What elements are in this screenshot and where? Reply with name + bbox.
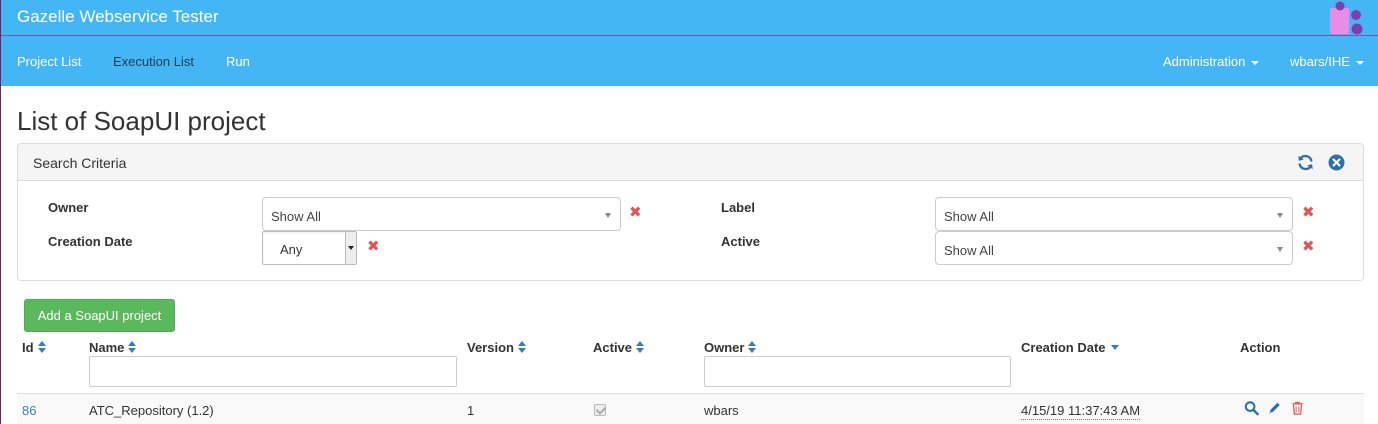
column-header-id[interactable]: Id: [22, 340, 47, 355]
row-version: 1: [467, 403, 475, 418]
sort-icon: [128, 341, 137, 353]
close-circle-icon[interactable]: [1328, 154, 1345, 171]
refresh-icon[interactable]: [1297, 154, 1314, 171]
header-label: Id: [22, 340, 34, 355]
clear-owner-icon[interactable]: ✖: [629, 205, 642, 220]
panel-header: Search Criteria: [18, 144, 1363, 181]
column-header-name[interactable]: Name: [89, 340, 137, 355]
row-creation-date: 4/15/19 11:37:43 AM: [1021, 403, 1141, 420]
header-label: Creation Date: [1021, 340, 1106, 355]
page-title: List of SoapUI project: [17, 106, 266, 136]
active-select[interactable]: Show All: [935, 231, 1293, 265]
creation-date-select[interactable]: Any: [262, 231, 357, 265]
header-label: Version: [467, 340, 514, 355]
nav-run[interactable]: Run: [226, 54, 250, 69]
chevron-down-icon: [605, 213, 611, 218]
name-filter-input[interactable]: [89, 356, 457, 387]
view-search-icon[interactable]: [1244, 400, 1259, 416]
nav-administration-menu[interactable]: Administration: [1163, 54, 1260, 69]
creation-date-label: Creation Date: [48, 234, 133, 249]
table-row: [17, 394, 1364, 424]
clear-active-icon[interactable]: ✖: [1302, 239, 1315, 254]
owner-select-value: Show All: [271, 209, 321, 224]
app-title[interactable]: Gazelle Webservice Tester: [17, 7, 219, 27]
active-select-value: Show All: [944, 243, 994, 258]
owner-select[interactable]: Show All: [262, 197, 621, 231]
column-header-action: Action: [1240, 340, 1281, 355]
delete-trash-icon[interactable]: [1290, 400, 1305, 416]
sort-desc-icon: [1110, 345, 1119, 350]
nav-execution-list[interactable]: Execution List: [113, 54, 194, 69]
label-select-value: Show All: [944, 209, 994, 224]
column-header-version[interactable]: Version: [467, 340, 527, 355]
header-label: Name: [89, 340, 125, 355]
row-name: ATC_Repository (1.2): [89, 403, 214, 418]
edit-pencil-icon[interactable]: [1267, 400, 1282, 416]
header-label: Active: [593, 340, 633, 355]
clear-label-icon[interactable]: ✖: [1302, 205, 1315, 220]
column-header-active[interactable]: Active: [593, 340, 645, 355]
navbar-divider: [1, 35, 1378, 36]
chevron-down-icon: [1277, 247, 1283, 252]
chevron-down-icon: [1355, 60, 1364, 65]
panel-title: Search Criteria: [33, 155, 127, 171]
sort-icon: [517, 341, 527, 353]
nav-user-menu[interactable]: wbars/IHE: [1290, 54, 1364, 69]
owner-filter-input[interactable]: [704, 356, 1011, 387]
row-id-link[interactable]: 86: [22, 403, 36, 418]
nav-project-list[interactable]: Project List: [17, 54, 81, 69]
label-select[interactable]: Show All: [935, 197, 1293, 231]
gazelle-logo-icon: [1330, 1, 1363, 35]
clear-creation-date-icon[interactable]: ✖: [367, 239, 380, 254]
dropdown-arrow-icon: [345, 232, 356, 264]
add-soapui-project-button[interactable]: Add a SoapUI project: [24, 299, 175, 332]
chevron-down-icon: [1277, 213, 1283, 218]
chevron-down-icon: [1251, 60, 1260, 65]
user-label: wbars/IHE: [1290, 54, 1350, 69]
sort-icon: [37, 341, 47, 353]
column-header-creation-date[interactable]: Creation Date: [1021, 340, 1119, 355]
creation-date-text: 4/15/19 11:37:43 AM: [1021, 403, 1141, 420]
administration-label: Administration: [1163, 54, 1246, 69]
label-filter-label: Label: [721, 200, 755, 215]
sort-icon: [636, 341, 645, 353]
column-header-owner[interactable]: Owner: [704, 340, 757, 355]
top-navbar: Gazelle Webservice Tester Project List E…: [1, 0, 1378, 86]
owner-label: Owner: [48, 200, 89, 215]
row-owner: wbars: [704, 403, 739, 418]
row-active-checkbox: [594, 404, 606, 416]
sort-icon: [748, 341, 757, 353]
creation-date-value: Any: [280, 242, 303, 257]
active-filter-label: Active: [721, 234, 761, 249]
header-label: Owner: [704, 340, 745, 355]
